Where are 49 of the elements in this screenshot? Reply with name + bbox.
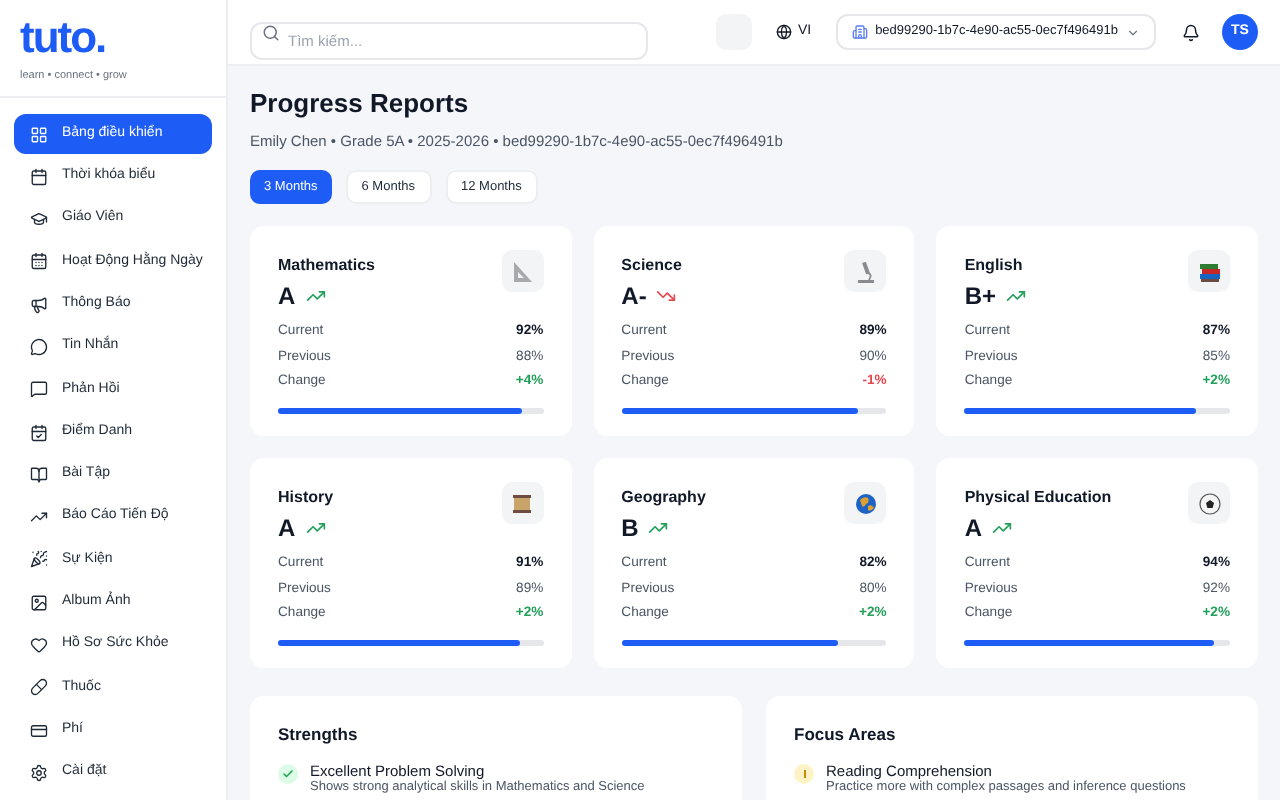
book-icon (30, 465, 48, 484)
chat-bubble-icon (30, 337, 48, 356)
grade: A (278, 514, 296, 543)
gear-icon (30, 763, 48, 782)
trend-up-icon (648, 518, 669, 539)
microscope-icon (853, 259, 878, 284)
pill-icon (30, 678, 48, 697)
bell-icon[interactable] (1182, 23, 1200, 41)
subject-name: English (964, 254, 1025, 279)
calendar-check-icon (30, 423, 48, 442)
soccer-ball-icon (1197, 491, 1221, 516)
globe-icon (775, 24, 792, 40)
subject-name: Geography (621, 486, 706, 511)
heart-icon (30, 636, 48, 655)
search-icon (262, 23, 280, 41)
party-popper-icon (30, 550, 48, 569)
grade: A (964, 514, 982, 543)
subject-name: Science (621, 254, 682, 279)
books-icon (1197, 259, 1221, 284)
logo: tuto. (20, 16, 108, 60)
trend-up-icon (305, 286, 326, 307)
subject-name: Mathematics (278, 254, 375, 279)
trend-up-icon (992, 518, 1012, 539)
grid-icon (30, 125, 48, 143)
subject-name: Physical Education (964, 486, 1112, 511)
graduation-cap-icon (30, 210, 48, 229)
panel-title: Focus Areas (794, 722, 898, 748)
chevron-down-icon (1126, 25, 1140, 39)
warning-badge-icon (794, 764, 814, 784)
globe-icon (853, 491, 878, 516)
subject-name: History (278, 486, 334, 511)
grade: B+ (964, 282, 997, 311)
image-icon (30, 593, 48, 612)
building-icon (851, 24, 868, 40)
trend-down-icon (656, 286, 677, 307)
card-icon (30, 721, 48, 740)
page-title: Progress Reports (250, 88, 471, 120)
scroll-icon (510, 491, 535, 516)
grade: B (621, 514, 639, 543)
trend-line-icon (30, 508, 48, 527)
calendar-icon (30, 252, 48, 271)
grade: A (278, 282, 296, 311)
calendar-icon (30, 167, 48, 186)
grade: A- (621, 282, 647, 311)
megaphone-icon (30, 295, 48, 314)
panel-title: Strengths (278, 722, 360, 748)
trend-up-icon (1006, 286, 1027, 307)
trend-up-icon (305, 518, 326, 539)
check-badge-icon (278, 764, 298, 784)
